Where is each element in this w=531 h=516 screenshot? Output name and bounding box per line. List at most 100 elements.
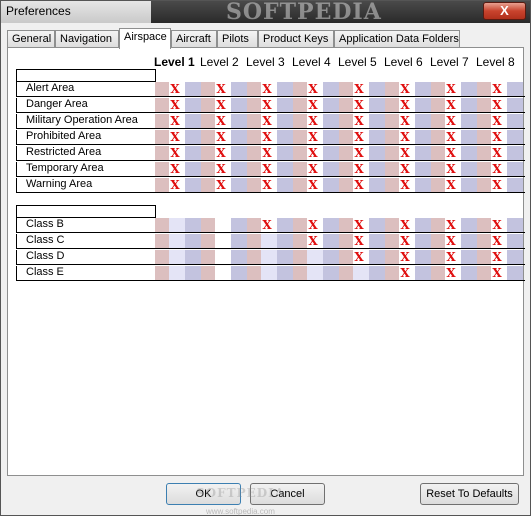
level-7-toggle[interactable]: X: [431, 250, 477, 264]
level-7-toggle[interactable]: X: [431, 234, 477, 248]
level-2-toggle[interactable]: X: [201, 178, 247, 192]
level-6-toggle[interactable]: X: [385, 82, 431, 96]
tab-pilots[interactable]: Pilots: [217, 30, 258, 48]
level-6-toggle[interactable]: X: [385, 114, 431, 128]
level-2-toggle[interactable]: X: [201, 82, 247, 96]
level-8-toggle[interactable]: X: [477, 146, 523, 160]
level-1-toggle[interactable]: [155, 266, 201, 280]
level-4-toggle[interactable]: X: [293, 114, 339, 128]
level-4-toggle[interactable]: [293, 250, 339, 264]
level-2-toggle[interactable]: [201, 218, 247, 232]
level-5-toggle[interactable]: X: [339, 98, 385, 112]
level-6-toggle[interactable]: X: [385, 98, 431, 112]
level-7-toggle[interactable]: X: [431, 98, 477, 112]
level-7-toggle[interactable]: X: [431, 218, 477, 232]
level-1-toggle[interactable]: [155, 218, 201, 232]
level-3-toggle[interactable]: X: [247, 146, 293, 160]
level-4-toggle[interactable]: X: [293, 162, 339, 176]
level-1-toggle[interactable]: X: [155, 114, 201, 128]
level-7-toggle[interactable]: X: [431, 114, 477, 128]
ok-button[interactable]: OK: [166, 483, 241, 505]
level-4-toggle[interactable]: X: [293, 218, 339, 232]
level-6-toggle[interactable]: X: [385, 218, 431, 232]
level-4-toggle[interactable]: X: [293, 146, 339, 160]
level-7-toggle[interactable]: X: [431, 146, 477, 160]
level-5-toggle[interactable]: X: [339, 218, 385, 232]
tab-product-keys[interactable]: Product Keys: [258, 30, 334, 48]
level-3-toggle[interactable]: X: [247, 178, 293, 192]
level-1-toggle[interactable]: [155, 234, 201, 248]
level-1-toggle[interactable]: X: [155, 130, 201, 144]
close-button[interactable]: X: [483, 2, 526, 20]
level-3-toggle[interactable]: X: [247, 98, 293, 112]
level-4-toggle[interactable]: [293, 266, 339, 280]
level-8-toggle[interactable]: X: [477, 218, 523, 232]
level-6-toggle[interactable]: X: [385, 266, 431, 280]
level-6-toggle[interactable]: X: [385, 178, 431, 192]
level-5-toggle[interactable]: X: [339, 178, 385, 192]
tab-aircraft[interactable]: Aircraft: [171, 30, 217, 48]
title-bar[interactable]: Preferences SOFTPEDIA X: [1, 1, 530, 23]
level-8-toggle[interactable]: X: [477, 98, 523, 112]
level-6-toggle[interactable]: X: [385, 146, 431, 160]
level-3-toggle[interactable]: [247, 266, 293, 280]
level-5-toggle[interactable]: [339, 266, 385, 280]
level-8-toggle[interactable]: X: [477, 114, 523, 128]
level-5-toggle[interactable]: X: [339, 250, 385, 264]
level-8-toggle[interactable]: X: [477, 82, 523, 96]
level-3-toggle[interactable]: X: [247, 162, 293, 176]
level-4-toggle[interactable]: X: [293, 178, 339, 192]
level-8-toggle[interactable]: X: [477, 266, 523, 280]
level-2-toggle[interactable]: X: [201, 114, 247, 128]
level-7-toggle[interactable]: X: [431, 162, 477, 176]
level-2-toggle[interactable]: X: [201, 98, 247, 112]
level-6-toggle[interactable]: X: [385, 130, 431, 144]
level-4-toggle[interactable]: X: [293, 234, 339, 248]
level-2-toggle[interactable]: X: [201, 146, 247, 160]
level-5-toggle[interactable]: X: [339, 130, 385, 144]
level-5-toggle[interactable]: X: [339, 114, 385, 128]
level-3-toggle[interactable]: X: [247, 218, 293, 232]
level-7-toggle[interactable]: X: [431, 130, 477, 144]
level-1-toggle[interactable]: X: [155, 82, 201, 96]
level-3-toggle[interactable]: X: [247, 130, 293, 144]
level-8-toggle[interactable]: X: [477, 162, 523, 176]
level-2-toggle[interactable]: X: [201, 130, 247, 144]
level-5-toggle[interactable]: X: [339, 234, 385, 248]
tab-application-data-folders[interactable]: Application Data Folders: [334, 30, 460, 48]
level-8-toggle[interactable]: X: [477, 130, 523, 144]
tab-navigation[interactable]: Navigation: [55, 30, 119, 48]
level-8-toggle[interactable]: X: [477, 234, 523, 248]
level-3-toggle[interactable]: [247, 234, 293, 248]
reset-defaults-button[interactable]: Reset To Defaults: [420, 483, 519, 505]
level-5-toggle[interactable]: X: [339, 82, 385, 96]
level-4-toggle[interactable]: X: [293, 98, 339, 112]
level-6-toggle[interactable]: X: [385, 162, 431, 176]
level-3-toggle[interactable]: [247, 250, 293, 264]
level-2-toggle[interactable]: [201, 234, 247, 248]
level-6-toggle[interactable]: X: [385, 234, 431, 248]
level-1-toggle[interactable]: X: [155, 146, 201, 160]
level-7-toggle[interactable]: X: [431, 266, 477, 280]
level-5-toggle[interactable]: X: [339, 146, 385, 160]
cancel-button[interactable]: Cancel: [250, 483, 325, 505]
level-4-toggle[interactable]: X: [293, 82, 339, 96]
level-7-toggle[interactable]: X: [431, 82, 477, 96]
level-1-toggle[interactable]: X: [155, 98, 201, 112]
level-3-toggle[interactable]: X: [247, 114, 293, 128]
level-5-toggle[interactable]: X: [339, 162, 385, 176]
level-8-toggle[interactable]: X: [477, 250, 523, 264]
level-6-toggle[interactable]: X: [385, 250, 431, 264]
level-2-toggle[interactable]: X: [201, 162, 247, 176]
level-3-toggle[interactable]: X: [247, 82, 293, 96]
level-7-toggle[interactable]: X: [431, 178, 477, 192]
level-1-toggle[interactable]: X: [155, 178, 201, 192]
level-1-toggle[interactable]: X: [155, 162, 201, 176]
tab-general[interactable]: General: [7, 30, 55, 48]
level-4-toggle[interactable]: X: [293, 130, 339, 144]
level-8-toggle[interactable]: X: [477, 178, 523, 192]
level-1-toggle[interactable]: [155, 250, 201, 264]
tab-airspace[interactable]: Airspace: [119, 28, 171, 49]
level-2-toggle[interactable]: [201, 250, 247, 264]
level-2-toggle[interactable]: [201, 266, 247, 280]
